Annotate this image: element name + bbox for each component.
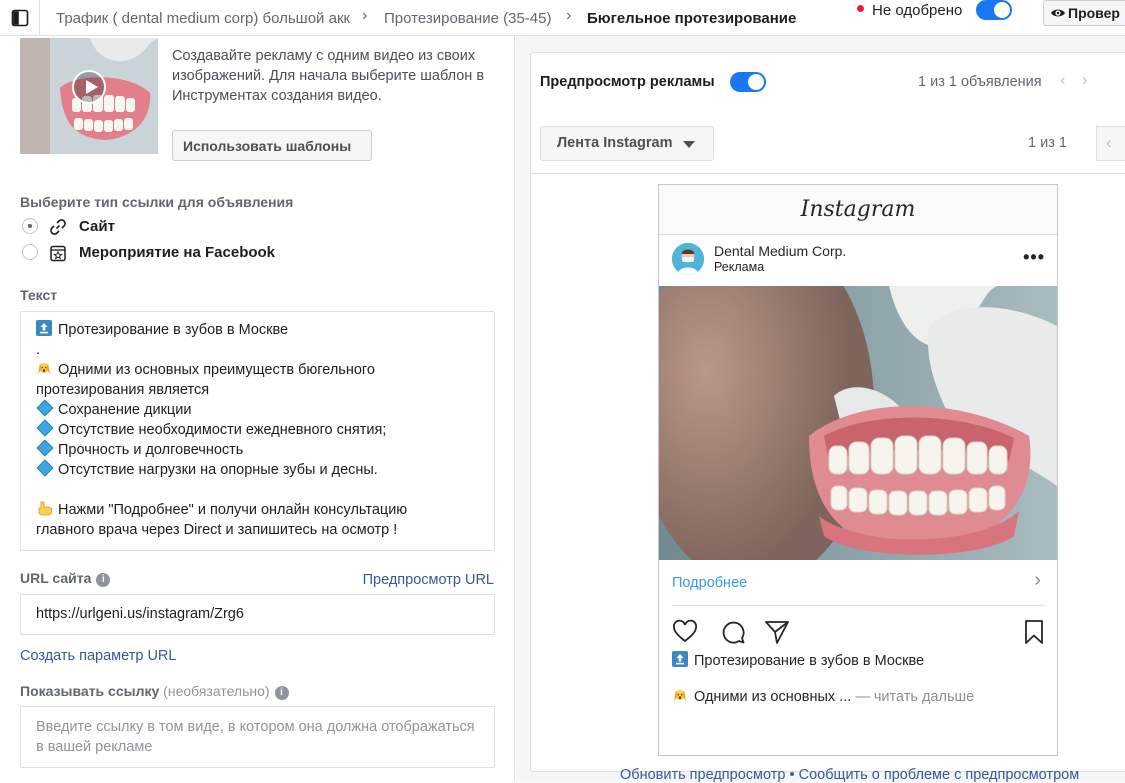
placement-dropdown[interactable]: Лента Instagram	[540, 126, 714, 161]
status-badge: Не одобрено	[872, 2, 963, 19]
ad-editor-panel: Создавайте рекламу с одним видео из свои…	[0, 36, 515, 782]
text-line: Прочность и долговечность	[36, 439, 494, 460]
ad-preview-toggle[interactable]	[730, 72, 766, 92]
ad-preview-title: Предпросмотр рекламы	[540, 74, 715, 90]
placement-counter: 1 из 1	[1028, 135, 1067, 151]
blue-diamond-icon	[36, 399, 54, 417]
breadcrumb-campaign[interactable]: Трафик ( dental medium corp) большой акк	[56, 10, 350, 27]
chevron-right-icon: ›	[566, 7, 572, 24]
review-button[interactable]: Провер	[1043, 0, 1125, 26]
bookmark-icon[interactable]	[1021, 619, 1047, 645]
info-icon[interactable]: i	[96, 573, 111, 587]
text-line: Отсутствие нагрузки на опорные зубы и де…	[36, 459, 494, 480]
caret-down-icon	[683, 141, 695, 148]
top-arrow-emoji-icon	[36, 320, 52, 336]
report-problem-link[interactable]: Сообщить о проблеме с предпросмотром	[799, 767, 1080, 783]
chevron-right-icon: ›	[362, 7, 368, 24]
more-options-icon[interactable]: •••	[1023, 247, 1045, 268]
divider	[530, 173, 1125, 174]
chevron-right-icon[interactable]: ›	[1034, 569, 1041, 592]
preview-footer: Обновить предпросмотр • Сообщить о пробл…	[620, 767, 1079, 783]
use-templates-label: Использовать шаблоны	[183, 138, 352, 154]
display-link-label: Показывать ссылку (необязательно) i	[20, 683, 289, 700]
text-line: Одними из основных преимуществ бюгельног…	[36, 360, 494, 380]
breadcrumb-ad: Бюгельное протезирование	[587, 10, 797, 27]
create-url-parameter-link[interactable]: Создать параметр URL	[20, 648, 176, 664]
play-icon	[72, 70, 106, 104]
info-icon[interactable]: i	[274, 686, 289, 700]
ad-image	[659, 286, 1057, 560]
share-icon[interactable]	[764, 619, 790, 645]
status-dot-icon	[857, 5, 864, 12]
pointing-hand-emoji-icon	[38, 501, 52, 516]
ad-enabled-toggle[interactable]	[976, 0, 1012, 20]
avatar	[672, 243, 704, 275]
text-line: Отсутствие необходимости ежедневного сня…	[36, 419, 494, 440]
text-line: Нажми "Подробнее" и получи онлайн консул…	[36, 500, 494, 520]
url-label: URL сайта i	[20, 570, 111, 587]
blue-diamond-icon	[36, 439, 54, 457]
ads-counter: 1 из 1 объявления	[918, 74, 1042, 90]
link-type-label: Выберите тип ссылки для объявления	[20, 194, 294, 210]
read-more-link[interactable]: — читать дальше	[851, 689, 974, 705]
divider	[672, 605, 1044, 606]
text-line: главного врача через Direct и запишитесь…	[36, 522, 398, 538]
use-templates-button[interactable]: Использовать шаблоны	[172, 130, 372, 161]
dentist-avatar-icon	[672, 243, 704, 275]
radio-website[interactable]	[22, 218, 38, 234]
radio-facebook-event[interactable]	[22, 244, 38, 260]
ad-preview-panel: Предпросмотр рекламы 1 из 1 объявления ‹…	[516, 36, 1125, 783]
instagram-logo: Instagram	[659, 185, 1057, 235]
caption-line: Протезирование в зубов в Москве	[672, 651, 924, 669]
text-label: Текст	[20, 287, 58, 303]
blue-diamond-icon	[36, 459, 54, 477]
chevron-right-icon[interactable]: ›	[1082, 70, 1088, 90]
chevron-left-icon: ‹	[1106, 133, 1112, 152]
sponsored-label: Реклама	[714, 260, 765, 274]
review-button-label: Провер	[1068, 5, 1120, 21]
refresh-preview-link[interactable]: Обновить предпросмотр	[620, 767, 785, 783]
chevron-left-icon[interactable]: ‹	[1060, 70, 1066, 90]
placement-dropdown-label: Лента Instagram	[557, 135, 673, 151]
link-icon	[50, 219, 66, 235]
video-template-thumbnail[interactable]	[20, 38, 158, 154]
panel-icon	[11, 9, 28, 27]
heart-icon[interactable]	[672, 619, 698, 645]
text-line: Сохранение дикции	[36, 399, 494, 420]
learn-more-cta[interactable]: Подробнее	[672, 575, 747, 591]
preview-url-link[interactable]: Предпросмотр URL	[363, 572, 494, 588]
sidebar-toggle-button[interactable]	[0, 0, 40, 36]
calendar-star-icon	[50, 245, 66, 262]
text-line: протезирования является	[36, 382, 210, 398]
hands-emoji-icon	[38, 363, 50, 374]
dentures-photo	[659, 286, 1057, 560]
placement-prev-button[interactable]: ‹	[1096, 126, 1125, 161]
top-arrow-emoji-icon	[672, 651, 688, 667]
text-line: .	[36, 342, 41, 358]
blue-diamond-icon	[36, 419, 54, 437]
radio-facebook-event-label[interactable]: Мероприятие на Facebook	[79, 244, 275, 261]
text-line: Протезирование в зубов в Москве	[36, 320, 494, 340]
caption-line: Одними из основных ... — читать дальше	[672, 687, 974, 705]
top-bar: Трафик ( dental medium corp) большой акк…	[0, 0, 1125, 36]
separator: •	[785, 767, 799, 783]
text-line	[36, 480, 494, 500]
breadcrumb-adset[interactable]: Протезирование (35-45)	[384, 10, 551, 27]
hands-emoji-icon	[674, 690, 686, 701]
comment-icon[interactable]	[720, 619, 746, 645]
template-description: Создавайте рекламу с одним видео из свои…	[172, 48, 485, 104]
account-name[interactable]: Dental Medium Corp.	[714, 243, 846, 259]
display-link-input[interactable]: Введите ссылку в том виде, в котором она…	[20, 706, 495, 768]
instagram-feed-preview: Instagram Dental Medium Corp. Реклама ••…	[658, 184, 1058, 756]
eye-icon	[1051, 9, 1065, 17]
radio-website-label[interactable]: Сайт	[79, 218, 115, 235]
primary-text-field[interactable]: Протезирование в зубов в Москве . Одними…	[20, 311, 495, 551]
website-url-input[interactable]: https://urlgeni.us/instagram/Zrg6	[20, 594, 495, 635]
